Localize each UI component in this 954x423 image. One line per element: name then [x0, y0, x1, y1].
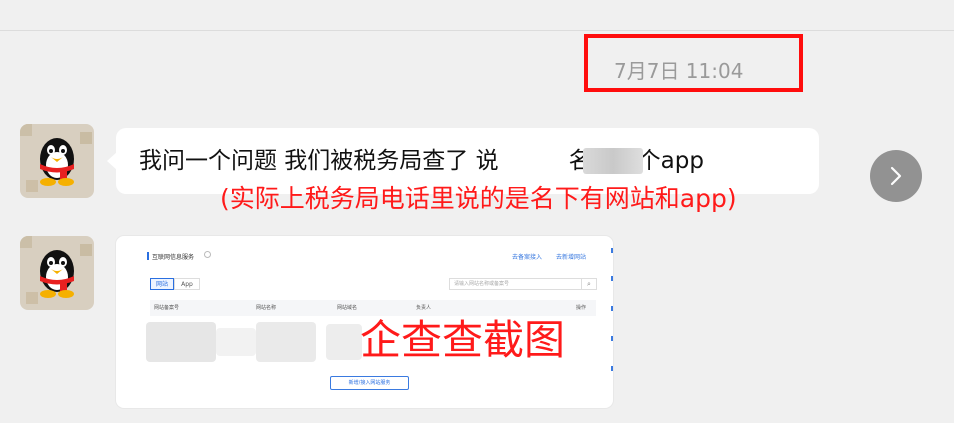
top-divider — [0, 30, 954, 31]
scroll-marker — [611, 306, 613, 311]
sender-avatar[interactable] — [20, 124, 94, 198]
qq-penguin-avatar — [20, 236, 94, 310]
screenshot-column-header: 负责人 — [416, 305, 432, 311]
redacted-row-blur — [326, 324, 362, 360]
screenshot-tab-website: 网站 — [150, 278, 174, 290]
screenshot-link: 去新增网站 — [556, 254, 587, 261]
image-message[interactable]: 互联网信息服务 去备案接入 去新增网站 网站 App 请输入网站名称或备案号 ⌕… — [116, 236, 613, 408]
screenshot-tab-app: App — [174, 278, 200, 290]
message-text-part-1: 我问一个问题 我们被税务局查了 说 — [139, 148, 499, 174]
red-annotation: (实际上税务局电话里说的是名下有网站和app) — [220, 184, 737, 213]
next-image-button[interactable] — [870, 150, 922, 202]
screenshot-watermark: 企查查截图 — [360, 316, 565, 364]
scroll-marker — [611, 276, 613, 281]
screenshot-column-header: 网站名称 — [256, 305, 277, 311]
timestamp-highlight-box — [584, 34, 803, 92]
screenshot-title: 互联网信息服务 — [146, 252, 195, 261]
redacted-row-blur — [216, 328, 256, 356]
qq-penguin-avatar — [20, 124, 94, 198]
screenshot-search-placeholder: 请输入网站名称或备案号 — [454, 281, 510, 287]
scroll-marker — [611, 366, 613, 371]
scroll-markers — [610, 246, 614, 396]
chevron-right-icon — [890, 166, 902, 186]
screenshot-column-header: 网站域名 — [337, 305, 358, 311]
scroll-marker — [611, 336, 613, 341]
scroll-marker — [611, 248, 613, 253]
screenshot-column-header: 操作 — [576, 305, 587, 311]
redacted-row-blur — [146, 322, 216, 362]
redacted-name-blur — [583, 148, 643, 174]
screenshot-link: 去备案接入 — [512, 254, 543, 261]
sender-avatar[interactable] — [20, 236, 94, 310]
redacted-row-blur — [256, 322, 316, 362]
screenshot-add-button: 新增/接入网站服务 — [330, 376, 409, 390]
search-icon: ⌕ — [581, 278, 596, 290]
screenshot-column-header: 网站备案号 — [154, 305, 180, 311]
screenshot-search-input: 请输入网站名称或备案号 ⌕ — [449, 278, 597, 290]
help-icon — [204, 251, 211, 258]
